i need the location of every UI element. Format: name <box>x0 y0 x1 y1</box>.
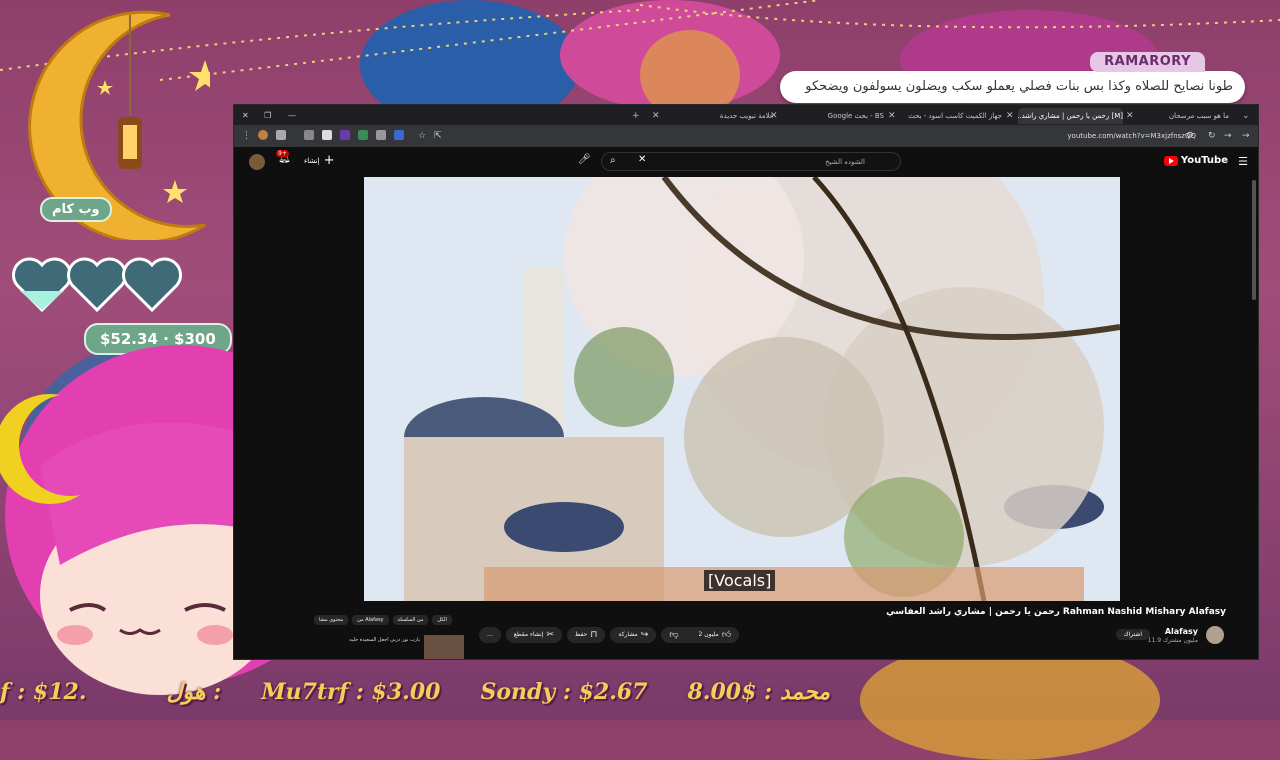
chat-message: طونا نصايح للصلاه وكذا بس بنات فصلي يعمل… <box>780 52 1245 103</box>
plus-icon: + <box>323 153 335 168</box>
video-player[interactable]: [Vocals] <box>364 177 1120 601</box>
tab-device-search[interactable]: جهاز الكميت كاسب اسود - بحث <box>902 108 1002 124</box>
extension-icon[interactable] <box>376 130 386 140</box>
share-button[interactable]: مشاركة ↪ <box>610 627 657 643</box>
tab-google-search[interactable]: BS - بحث Google <box>794 108 884 124</box>
like-dislike-button[interactable]: 👎︎ 2 مليون 👍︎ <box>661 627 740 643</box>
youtube-logo[interactable]: YouTube <box>1163 155 1228 166</box>
close-window-icon[interactable]: ✕ <box>242 108 249 124</box>
page-scrollbar[interactable] <box>1252 180 1256 300</box>
save-button[interactable]: حفظ ⊓ <box>566 627 606 643</box>
donation-ticker: f : $12. هول : Mu7trf : $3.00 Sondy : $2… <box>0 672 1280 712</box>
extension-icon[interactable] <box>394 130 404 140</box>
webcam-label: وب كام <box>40 197 112 222</box>
tab-bar: ✕ ❐ — + ✕ علامة تبويب جديدة ✕ BS - بحث G… <box>234 105 1258 125</box>
tab-search[interactable]: ما هو سبب مرسحان <box>1139 108 1229 124</box>
extension-icon[interactable] <box>258 130 268 140</box>
share-icon[interactable]: ⇱ <box>434 129 442 143</box>
extension-icon[interactable] <box>340 130 350 140</box>
extension-icon[interactable] <box>304 130 314 140</box>
more-label: ... <box>487 631 493 638</box>
close-tab-icon[interactable]: ✕ <box>888 108 896 124</box>
notification-badge: 9+ <box>276 150 289 157</box>
ticker-item: f : $12. <box>0 679 87 705</box>
back-icon[interactable]: → <box>1242 129 1250 143</box>
chip-3[interactable]: من Alafasy <box>352 615 389 625</box>
site-settings-icon[interactable]: ⚙ <box>1186 129 1194 143</box>
video-frame-mosque-blossoms <box>364 177 1120 601</box>
browser-toolbar: ⋮ ☆ ⇱ youtube.com/watch?v=M3xjzfnszQQ ⚙ … <box>234 125 1258 147</box>
subscriber-count: 11.9 مليون مشترك <box>1147 637 1198 644</box>
channel-name[interactable]: Alafasy <box>1165 627 1198 636</box>
reload-icon[interactable]: ↻ <box>1208 129 1216 143</box>
bookmark-icon: ⊓ <box>590 630 598 640</box>
ticker-item: محمد : $8.00 <box>687 679 831 705</box>
video-actions: ... إنشاء مقطع ✂ حفظ ⊓ مشاركة ↪ 👎︎ 2 مليون 👍︎ <box>479 627 740 643</box>
dislike-icon: 👎︎ <box>669 630 679 640</box>
chip-2[interactable]: من السلسلة <box>392 615 429 625</box>
share-label: مشاركة <box>618 631 638 638</box>
like-count: 2 مليون <box>698 631 719 638</box>
microphone-icon[interactable]: 🎤︎ <box>578 154 591 165</box>
video-title: رحمن يا رحمن | مشاري راشد العفاسي Rahman… <box>886 607 1226 617</box>
chat-message-text: طونا نصايح للصلاه وكذا بس بنات فصلي يعمل… <box>780 71 1245 103</box>
chat-username: RAMARORY <box>1090 52 1205 72</box>
search-icon[interactable]: ⌕ <box>610 155 616 166</box>
recommended-thumbnail <box>424 635 464 659</box>
recommended-title: يارب نور دربي اجعل السعيدة حليه <box>349 637 420 643</box>
create-button[interactable]: إنشاء + <box>304 153 334 168</box>
forward-icon[interactable]: → <box>1224 129 1232 143</box>
avatar[interactable] <box>249 154 265 170</box>
hearts-health-icon <box>12 257 182 313</box>
recommendation-chips: محتوى مشا من Alafasy من السلسلة الكل <box>314 615 452 625</box>
more-actions-button[interactable]: ... <box>479 627 501 643</box>
ticker-item: Sondy : $2.67 <box>480 679 648 705</box>
tab-list-icon[interactable]: ⌄ <box>1242 108 1250 124</box>
chip-all[interactable]: الكل <box>432 615 452 625</box>
like-icon: 👍︎ <box>721 630 732 640</box>
recommended-video[interactable]: يارب نور دربي اجعل السعيدة حليه <box>314 635 464 659</box>
create-label: إنشاء <box>304 156 320 165</box>
ticker-item: Mu7trf : $3.00 <box>261 679 441 705</box>
menu-dots-icon[interactable]: ⋮ <box>242 129 251 143</box>
close-tab-icon[interactable]: ✕ <box>770 108 778 124</box>
clip-label: إنشاء مقطع <box>513 631 544 638</box>
save-label: حفظ <box>574 631 588 638</box>
restore-window-icon[interactable]: ❐ <box>264 108 271 124</box>
video-caption: [Vocals] <box>704 570 776 591</box>
extension-icon[interactable] <box>322 130 332 140</box>
youtube-logo-text: YouTube <box>1180 155 1228 166</box>
address-bar[interactable]: youtube.com/watch?v=M3xjzfnszQQ <box>1067 129 1196 143</box>
minimize-window-icon[interactable]: — <box>288 108 296 124</box>
youtube-header: 🔔︎ 9+ إنشاء + 🎤︎ الشوده الشيخ ⌕ ✕ YouTub… <box>234 147 1258 177</box>
ticker-item: هول : <box>166 679 222 705</box>
bookmark-star-icon[interactable]: ☆ <box>418 129 426 143</box>
clip-button[interactable]: إنشاء مقطع ✂ <box>505 627 562 643</box>
extension-icon[interactable] <box>276 130 286 140</box>
close-tab-icon[interactable]: ✕ <box>1006 108 1014 124</box>
subscribe-button[interactable]: اشتراك <box>1115 629 1150 640</box>
extension-icon[interactable] <box>358 130 368 140</box>
share-arrow-icon: ↪ <box>640 630 649 640</box>
browser-window: ✕ ❐ — + ✕ علامة تبويب جديدة ✕ BS - بحث G… <box>233 104 1259 660</box>
close-tab-icon[interactable]: ✕ <box>652 108 660 124</box>
scissors-icon: ✂ <box>546 630 554 640</box>
channel-avatar[interactable] <box>1206 626 1224 644</box>
close-tab-icon[interactable]: ✕ <box>1126 108 1134 124</box>
tab-youtube-video[interactable]: [M] رحمن يا رحمن | مشاري راشد... <box>1018 108 1123 124</box>
chip-4[interactable]: محتوى مشا <box>314 615 349 625</box>
clear-search-icon[interactable]: ✕ <box>638 154 646 165</box>
new-tab-icon[interactable]: + <box>632 108 640 124</box>
youtube-play-icon <box>1163 155 1178 166</box>
tab-new-tab[interactable]: علامة تبويب جديدة <box>674 108 774 124</box>
hamburger-menu-icon[interactable]: ☰ <box>1238 155 1248 168</box>
